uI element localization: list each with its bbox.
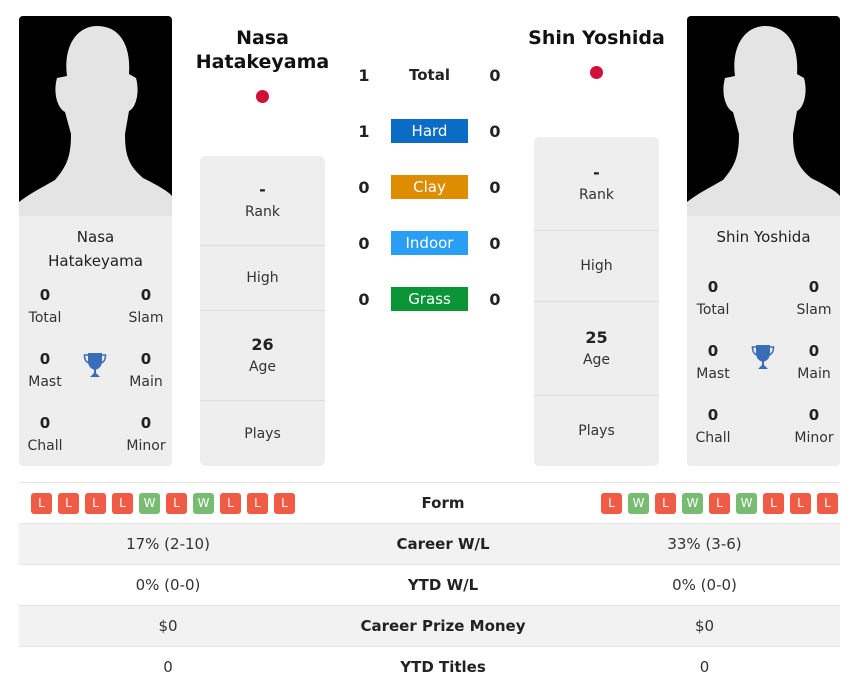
title-total: 0 Total [696,278,730,318]
title-minor: 0 Minor [126,414,166,454]
ytd-titles-row: 0 YTD Titles 0 [19,646,840,687]
title-main: 0 Main [129,350,163,390]
form-loss-badge[interactable]: L [601,492,622,514]
title-total: 0 Total [28,286,62,326]
title-slam: 0 Slam [796,278,832,318]
japan-flag-icon [256,90,269,103]
form-loss-badge[interactable]: L [85,492,106,514]
ytd-titles-right: 0 [699,658,710,676]
career-wl-row: 17% (2-10) Career W/L 33% (3-6) [19,523,840,564]
h2h-row-indoor: 0 Indoor 0 [350,231,510,255]
h2h-row-grass: 0 Grass 0 [350,287,510,311]
career-wl-label: Career W/L [396,535,490,553]
form-loss-badge[interactable]: L [112,492,133,514]
player-left-card: Nasa Hatakeyama 0 Total 0 Slam 0 Mast 0 Main… [19,16,172,466]
player-right-card: Shin Yoshida 0 Total 0 Slam 0 Mast 0 Main 0C… [687,16,840,466]
prize-money-left: $0 [158,617,178,635]
player-right-name[interactable]: Shin Yoshida [519,26,674,50]
info-rank: - Rank [534,137,659,231]
form-left: LLLLWLWLLL [19,492,317,514]
form-right: LWLWLWLLL [569,492,840,514]
player-left-titles: 0 Total 0 Slam 0 Mast 0 Main 0 Chall 0 Minor [19,273,172,465]
player-left-name[interactable]: Nasa Hatakeyama [185,26,340,74]
title-mast: 0 Mast [696,342,730,382]
info-age: 25 Age [534,302,659,396]
surface-hard-badge: Hard [391,119,468,143]
form-loss-badge[interactable]: L [31,492,52,514]
player-right-card-name: Shin Yoshida [716,228,811,246]
ytd-wl-left: 0% (0-0) [135,576,201,594]
form-label: Form [421,494,465,512]
comparison-table: LLLLWLWLLL Form LWLWLWLLL 17% (2-10) Car… [19,482,840,687]
info-plays: Plays [578,423,615,439]
title-mast: 0 Mast [28,350,62,390]
surface-grass-badge: Grass [391,287,468,311]
prize-money-row: $0 Career Prize Money $0 [19,605,840,646]
info-high: High [534,231,659,302]
form-loss-badge[interactable]: L [763,492,784,514]
form-loss-badge[interactable]: L [58,492,79,514]
info-rank: - Rank [200,156,325,246]
form-loss-badge[interactable]: L [790,492,811,514]
form-loss-badge[interactable]: L [709,492,730,514]
title-chall: 0 Chall [27,414,63,454]
form-loss-badge[interactable]: L [247,492,268,514]
silhouette-icon [19,26,172,216]
japan-flag-icon [590,66,603,79]
surface-clay-badge: Clay [391,175,468,199]
trophy-icon [751,345,775,369]
player-left-photo [19,16,172,216]
title-minor: 0 Minor [794,406,834,446]
info-plays: Plays [244,425,281,442]
ytd-wl-right: 0% (0-0) [672,576,737,594]
form-win-badge[interactable]: W [736,492,757,514]
ytd-titles-label: YTD Titles [400,658,486,676]
ytd-wl-row: 0% (0-0) YTD W/L 0% (0-0) [19,564,840,605]
form-win-badge[interactable]: W [682,492,703,514]
info-high: High [200,246,325,311]
career-wl-left: 17% (2-10) [126,535,210,553]
player-right-info: - Rank High 25 Age Plays [534,137,659,466]
h2h-row-hard: 1 Hard 0 [350,119,510,143]
form-loss-badge[interactable]: L [220,492,241,514]
ytd-titles-left: 0 [163,658,173,676]
player-left-info: - Rank High 26 Age Plays [200,156,325,466]
form-win-badge[interactable]: W [139,492,160,514]
h2h-row-clay: 0 Clay 0 [350,175,510,199]
player-right-photo [687,16,840,216]
trophy-icon [83,353,107,377]
title-slam: 0 Slam [128,286,164,326]
form-loss-badge[interactable]: L [655,492,676,514]
ytd-wl-label: YTD W/L [407,576,479,594]
surface-indoor-badge: Indoor [391,231,468,255]
prize-money-right: $0 [694,617,715,635]
player-left-card-name: Nasa Hatakeyama [48,228,143,270]
form-loss-badge[interactable]: L [166,492,187,514]
career-wl-right: 33% (3-6) [667,535,742,553]
silhouette-icon [687,26,840,216]
h2h-row-total: 1 Total 0 [358,65,501,85]
title-chall: 0 Chall [695,406,731,446]
form-loss-badge[interactable]: L [274,492,295,514]
form-loss-badge[interactable]: L [817,492,838,514]
player-right-titles: 0 Total 0 Slam 0 Mast 0 Main 0 Chall 0 Minor [687,265,840,457]
form-win-badge[interactable]: W [193,492,214,514]
form-row: LLLLWLWLLL Form LWLWLWLLL [19,482,840,523]
title-main: 0 Main [797,342,831,382]
info-age: 26 Age [200,311,325,401]
form-win-badge[interactable]: W [628,492,649,514]
prize-money-label: Career Prize Money [360,617,526,635]
